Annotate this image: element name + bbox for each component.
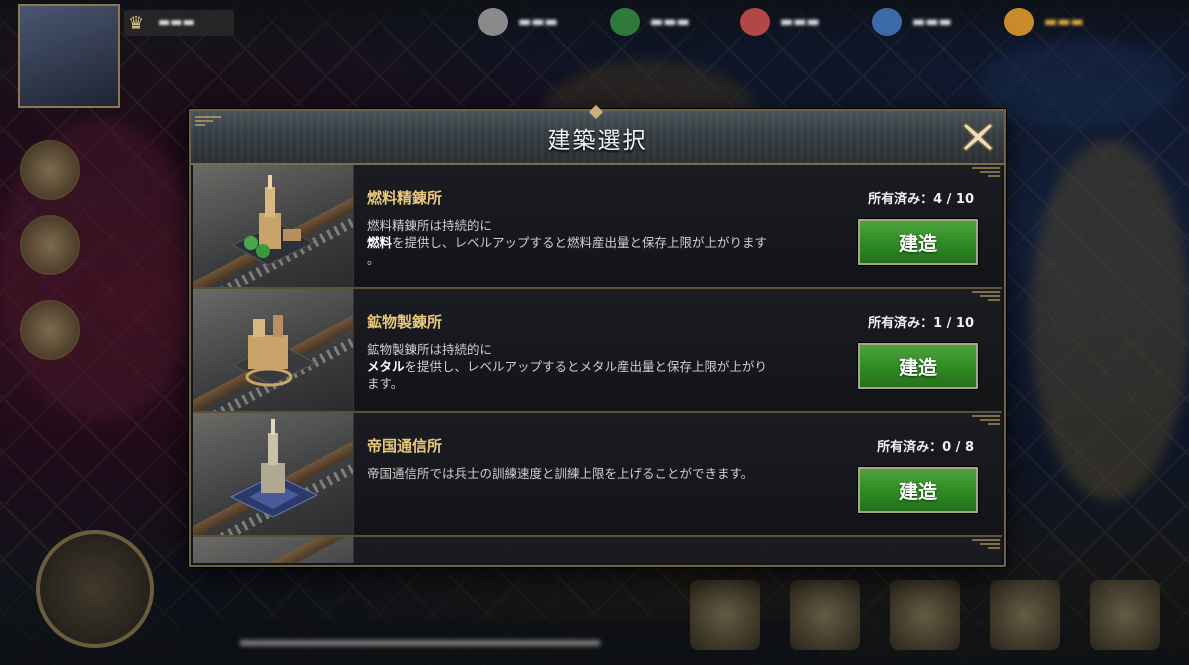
modal-header: 建築選択 [191,104,1004,165]
row-ornament [972,167,1000,177]
building-row: 帝国通信所 所有済み：0 / 8 帝国通信所では兵士の訓練速度と訓練上限を上げる… [193,413,1002,537]
desc-line: を提供し、レベルアップするとメタル産出量と保存上限が上がり [404,359,768,374]
building-thumbnail [193,289,354,411]
desc-resource: 燃料 [367,235,393,250]
building-name: 燃料精錬所 [367,189,443,207]
power-value: ▬▬▬ [158,15,195,30]
resource-value: ▬▬▬ [912,14,952,30]
resource-value: ▬▬▬ [650,14,690,30]
building-description: 燃料精錬所は持続的に 燃料を提供し、レベルアップすると燃料産出量と保存上限が上が… [367,217,847,268]
building-thumbnail [193,537,354,563]
fuel-icon [478,8,508,36]
building-row [193,537,1002,563]
building-row: 鉱物製錬所 所有済み：1 / 10 鉱物製錬所は持続的に メタルを提供し、レベル… [193,289,1002,413]
building-description: 鉱物製錬所は持続的に メタルを提供し、レベルアップするとメタル産出量と保存上限が… [367,341,847,392]
build-button[interactable]: 建造 [857,342,979,390]
side-menu-button[interactable] [20,215,80,275]
player-avatar[interactable] [18,4,120,108]
building-thumbnail [193,165,354,287]
row-ornament [972,291,1000,301]
side-menu-button[interactable] [20,300,80,360]
nav-button[interactable] [990,580,1060,650]
desc-resource: メタル [367,359,405,374]
nav-button[interactable] [790,580,860,650]
build-button[interactable]: 建造 [857,218,979,266]
nav-button[interactable] [1090,580,1160,650]
modal-title: 建築選択 [547,128,648,154]
desc-line: 帝国通信所では兵士の訓練速度と訓練上限を上げることができます。 [367,466,754,481]
build-button[interactable]: 建造 [857,466,979,514]
desc-line: 鉱物製錬所は持続的に [367,342,493,357]
nav-button[interactable] [890,580,960,650]
building-row: 燃料精錬所 所有済み：4 / 10 燃料精錬所は持続的に 燃料を提供し、レベルア… [193,165,1002,289]
desc-line: ます。 [367,376,404,391]
power-display: ♛ ▬▬▬ [124,10,234,36]
owned-count: 所有済み：1 / 10 [868,316,974,331]
world-map-button[interactable] [36,530,154,648]
row-ornament [972,415,1000,425]
gold-icon [740,8,770,36]
side-menu-button[interactable] [20,140,80,200]
building-name: 鉱物製錬所 [367,313,443,331]
owned-count: 所有済み：4 / 10 [868,192,974,207]
mineral-smelter-icon [231,315,317,387]
building-list[interactable]: 燃料精錬所 所有済み：4 / 10 燃料精錬所は持続的に 燃料を提供し、レベルア… [193,165,1002,563]
building-thumbnail [193,413,354,535]
helmet-icon: ♛ [128,13,145,34]
metal-icon [610,8,640,36]
close-x-icon [961,121,995,153]
building-description: 帝国通信所では兵士の訓練速度と訓練上限を上げることができます。 [367,465,847,482]
desc-line: 燃料精錬所は持続的に [367,218,493,233]
resource-value: ▬▬▬ [780,14,820,30]
desc-line: 。 [367,252,380,267]
fuel-refinery-icon [231,175,315,266]
desc-line: を提供し、レベルアップすると燃料産出量と保存上限が上がります [392,235,768,250]
gem-icon [1004,8,1034,36]
food-icon [872,8,902,36]
imperial-comm-station-icon [229,419,319,518]
row-ornament [972,539,1000,549]
resource-value: ▬▬▬ [518,14,558,30]
building-select-modal: 建築選択 燃料精錬所 所有済み：4 / 10 燃料精錬所は持続的に 燃料を提供し… [189,104,1006,567]
owned-count: 所有済み：0 / 8 [877,440,974,455]
close-button[interactable] [958,117,998,157]
resource-value: ▬▬▬ [1044,14,1084,30]
nav-button[interactable] [690,580,760,650]
building-name: 帝国通信所 [367,437,443,455]
